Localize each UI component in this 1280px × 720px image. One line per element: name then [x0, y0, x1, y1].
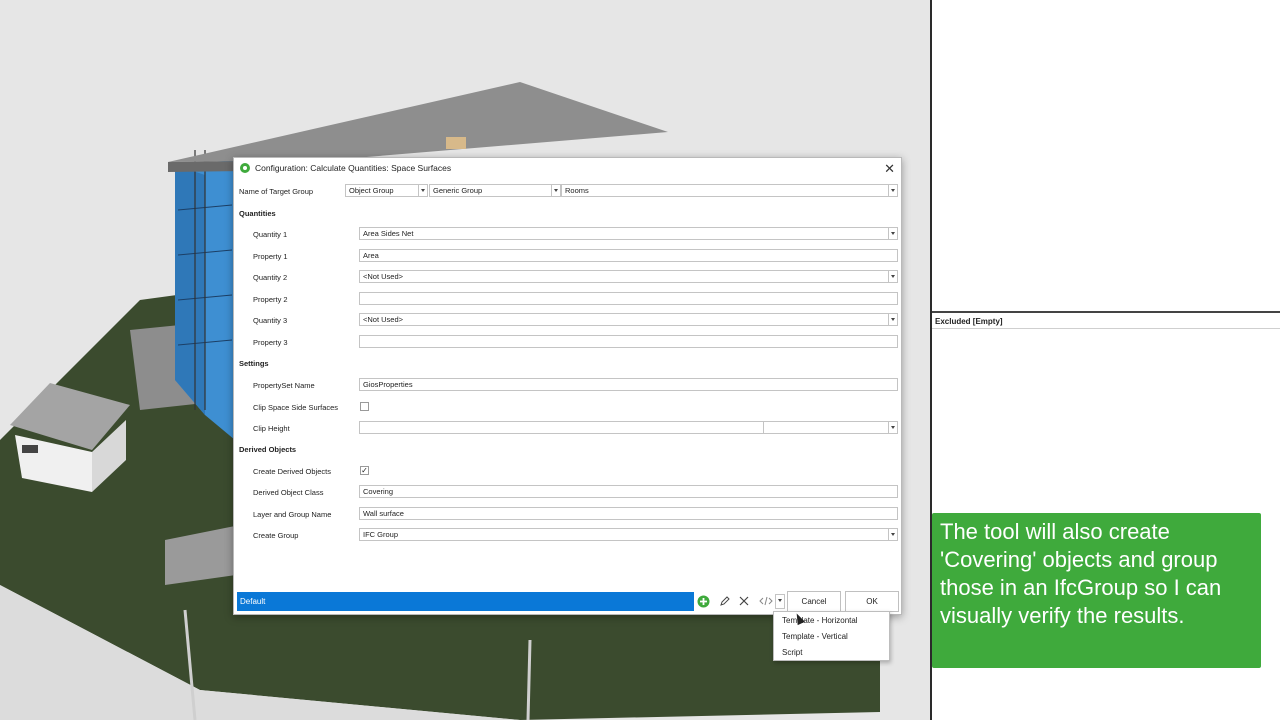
property-1-input[interactable]: Area [359, 249, 898, 262]
clip-space-side-surfaces-label: Clip Space Side Surfaces [253, 403, 339, 412]
propertyset-name-label: PropertySet Name [253, 381, 315, 390]
property-3-input[interactable] [359, 335, 898, 348]
chevron-down-icon [888, 271, 897, 282]
edit-pencil-icon[interactable] [718, 595, 731, 608]
chevron-down-icon [888, 228, 897, 239]
propertyset-name-input[interactable]: GiosProperties [359, 378, 898, 391]
quantity-1-select[interactable]: Area Sides Net [359, 227, 898, 240]
quantity-1-label: Quantity 1 [253, 230, 288, 239]
delete-x-icon[interactable] [737, 595, 750, 608]
property-2-input[interactable] [359, 292, 898, 305]
dialog-title: Configuration: Calculate Quantities: Spa… [255, 163, 452, 173]
target-group-type-value: Object Group [349, 186, 394, 195]
property-3-label: Property 3 [253, 338, 288, 347]
settings-heading: Settings [239, 359, 269, 368]
create-group-value: IFC Group [363, 530, 399, 539]
configuration-dialog: Configuration: Calculate Quantities: Spa… [233, 157, 902, 615]
quantity-2-label: Quantity 2 [253, 273, 288, 282]
template-menu-dropdown-button[interactable] [775, 594, 785, 609]
close-icon[interactable]: ✕ [884, 158, 895, 179]
property-2-label: Property 2 [253, 295, 288, 304]
create-derived-objects-checkbox[interactable]: ✓ [360, 466, 369, 475]
derived-object-class-label: Derived Object Class [253, 488, 324, 497]
derived-objects-heading: Derived Objects [239, 445, 297, 454]
derived-object-class-input[interactable]: Covering [359, 485, 898, 498]
quantity-3-label: Quantity 3 [253, 316, 288, 325]
chevron-down-icon [888, 185, 897, 196]
menu-item-script[interactable]: Script [782, 646, 802, 660]
quantity-3-select[interactable]: <Not Used> [359, 313, 898, 326]
quantity-2-select[interactable]: <Not Used> [359, 270, 898, 283]
template-dropdown-menu: Template - Horizontal Template - Vertica… [773, 611, 890, 661]
target-group-name-select[interactable]: Rooms [561, 184, 898, 197]
clip-height-unit-select[interactable] [763, 421, 898, 434]
chevron-down-icon [888, 422, 897, 433]
clip-height-label: Clip Height [253, 424, 290, 433]
quantity-3-value: <Not Used> [363, 315, 404, 324]
chevron-down-icon [888, 529, 897, 540]
create-group-select[interactable]: IFC Group [359, 528, 898, 541]
quantity-1-value: Area Sides Net [363, 229, 414, 238]
chevron-down-icon [888, 314, 897, 325]
right-panel-top [932, 0, 1280, 312]
dialog-titlebar[interactable]: Configuration: Calculate Quantities: Spa… [234, 158, 901, 179]
create-group-label: Create Group [253, 531, 299, 540]
quantities-heading: Quantities [239, 209, 276, 218]
explanation-callout: The tool will also create 'Covering' obj… [932, 513, 1261, 668]
ok-button[interactable]: OK [845, 591, 899, 612]
add-template-icon[interactable] [697, 595, 710, 608]
property-1-label: Property 1 [253, 252, 288, 261]
chevron-down-icon [418, 185, 427, 196]
menu-item-template-vertical[interactable]: Template - Vertical [782, 630, 848, 644]
target-group-group-value: Generic Group [433, 186, 483, 195]
template-select[interactable]: Default [237, 592, 694, 611]
target-group-label: Name of Target Group [239, 187, 314, 196]
clip-height-input[interactable] [359, 421, 764, 434]
app-logo-icon [240, 163, 250, 173]
layer-group-name-input[interactable]: Wall surface [359, 507, 898, 520]
target-group-name-value: Rooms [565, 186, 589, 195]
code-script-icon[interactable] [757, 595, 775, 608]
chevron-down-icon [551, 185, 560, 196]
target-group-type-select[interactable]: Object Group [345, 184, 428, 197]
clip-space-side-surfaces-checkbox[interactable] [360, 402, 369, 411]
layer-group-name-label: Layer and Group Name [253, 510, 332, 519]
target-group-group-select[interactable]: Generic Group [429, 184, 561, 197]
quantity-2-value: <Not Used> [363, 272, 404, 281]
chevron-down-icon [776, 595, 784, 606]
cancel-button[interactable]: Cancel [787, 591, 841, 612]
excluded-list-header: Excluded [Empty] [932, 311, 1280, 329]
create-derived-objects-label: Create Derived Objects [253, 467, 331, 476]
